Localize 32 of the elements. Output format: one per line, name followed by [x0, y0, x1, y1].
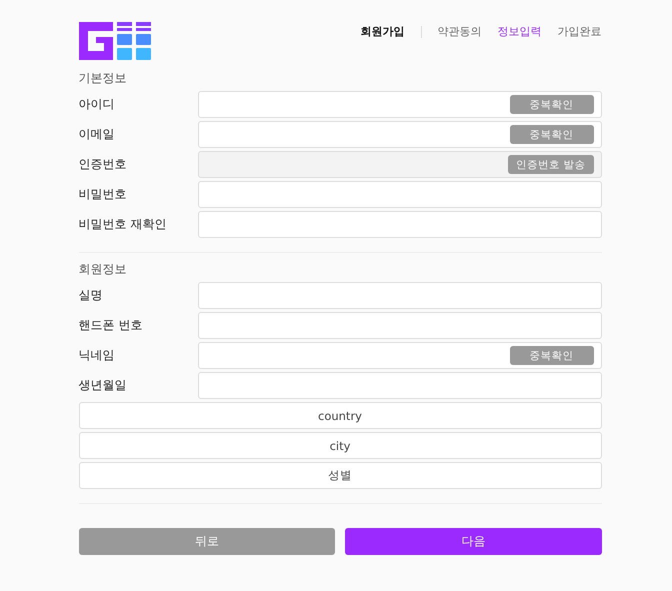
- input-field[interactable]: 중복확인: [198, 342, 602, 369]
- field-label: 핸드폰 번호: [78, 317, 144, 334]
- field-label: 이메일: [78, 126, 116, 143]
- input-field[interactable]: [198, 282, 602, 309]
- field-label: 닉네임: [78, 347, 116, 364]
- input-field[interactable]: [198, 312, 602, 339]
- input-field[interactable]: [198, 211, 602, 238]
- logo-icon: [78, 22, 152, 60]
- input-field[interactable]: 중복확인: [198, 121, 602, 148]
- field-label: 아이디: [78, 96, 116, 113]
- check-button[interactable]: 중복확인: [510, 346, 594, 365]
- step-label: 약관동의: [438, 24, 482, 39]
- select-field[interactable]: city: [78, 432, 602, 459]
- check-button[interactable]: 중복확인: [510, 125, 594, 144]
- select-field[interactable]: country: [78, 402, 602, 429]
- select-field[interactable]: 성별: [78, 462, 602, 489]
- field-label: 인증번호: [78, 156, 128, 173]
- field-label: 비밀번호: [78, 186, 128, 203]
- field-label: 비밀번호 재확인: [78, 216, 168, 233]
- field-label: 생년월일: [78, 377, 128, 394]
- section-title: 회원정보: [78, 261, 128, 278]
- input-field[interactable]: [198, 372, 602, 399]
- section-title: 기본정보: [78, 70, 128, 87]
- check-button[interactable]: 중복확인: [510, 95, 594, 114]
- input-field[interactable]: [198, 181, 602, 208]
- step-label: 가입완료: [558, 24, 602, 39]
- next-button[interactable]: 다음: [345, 528, 602, 555]
- back-button[interactable]: 뒤로: [78, 528, 335, 555]
- step-label: 정보입력: [498, 24, 542, 39]
- input-field[interactable]: 중복확인: [198, 91, 602, 118]
- field-label: 실명: [78, 287, 104, 304]
- page-title: 회원가입: [360, 24, 404, 39]
